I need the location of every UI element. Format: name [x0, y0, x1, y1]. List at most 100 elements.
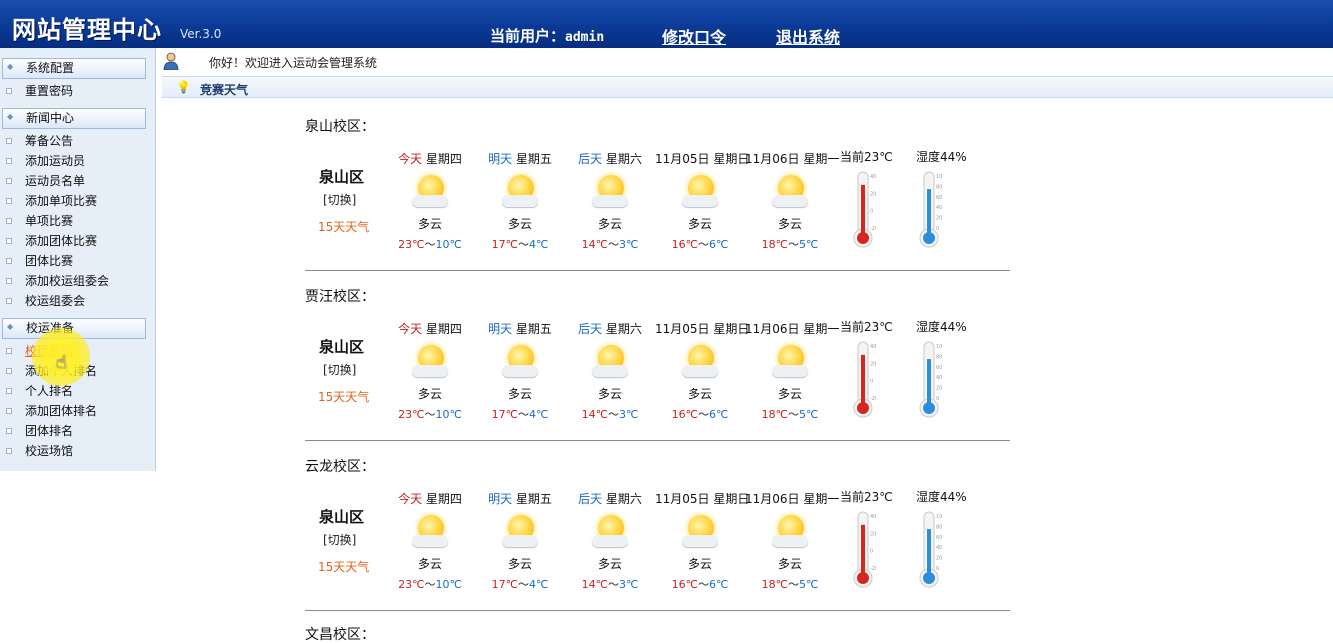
sidebar-item[interactable]: 团体排名 — [0, 421, 150, 441]
campus-weather-block: 云龙校区： 泉山区 [切换] 15天天气 今天 星期四 多云 23℃～10℃ 明天 星期五 多云… — [305, 456, 1010, 626]
temp-high: 23℃ — [398, 238, 425, 251]
forecast-day: 后天 星期六 多云 14℃～3℃ — [565, 320, 655, 421]
sidebar-item-label: 校运场馆 — [25, 444, 74, 458]
fifteen-day-link[interactable]: 15天天气 — [318, 558, 369, 575]
item-square-icon — [6, 448, 12, 454]
switch-city-link[interactable]: [切换] — [323, 191, 356, 208]
day-header: 明天 星期五 — [475, 150, 565, 167]
humidity-label: 湿度44% — [916, 320, 967, 334]
item-square-icon — [6, 298, 12, 304]
city-name: 泉山区 — [319, 508, 365, 526]
svg-text:40: 40 — [936, 205, 942, 211]
temp-range: 14℃～3℃ — [581, 578, 639, 591]
temp-low: 6℃ — [709, 578, 729, 591]
svg-text:40: 40 — [870, 174, 876, 180]
temp-range: 16℃～6℃ — [671, 578, 729, 591]
svg-text:40: 40 — [936, 545, 942, 551]
temp-low: 5℃ — [799, 238, 819, 251]
switch-city-link[interactable]: [切换] — [323, 361, 356, 378]
forecast-day: 11月05日 星期日 多云 16℃～6℃ — [655, 490, 749, 591]
sidebar-item[interactable]: 添加团体比赛 — [0, 231, 150, 251]
weather-condition: 多云 — [687, 557, 712, 571]
temp-range: 17℃～4℃ — [491, 578, 549, 591]
campus-title: 云龙校区： — [305, 459, 375, 475]
weather-condition: 多云 — [507, 387, 532, 401]
item-square-icon — [6, 408, 12, 414]
day-tag: 明天 — [488, 152, 513, 166]
svg-text:40: 40 — [870, 514, 876, 520]
weekday: 星期日 — [713, 322, 750, 336]
fifteen-day-link[interactable]: 15天天气 — [318, 218, 369, 235]
temp-high: 17℃ — [491, 408, 518, 421]
logout-link[interactable]: 退出系统 — [776, 24, 840, 48]
day-tag: 后天 — [578, 152, 603, 166]
temp-low: 10℃ — [435, 578, 462, 591]
temp-range: 23℃～10℃ — [398, 408, 462, 421]
bullet-icon: ◆ — [7, 112, 14, 121]
weekday: 星期五 — [515, 492, 552, 506]
day-header: 今天 星期四 — [385, 490, 475, 507]
forecast-day: 后天 星期六 多云 14℃～3℃ — [565, 150, 655, 251]
temp-low: 5℃ — [799, 578, 819, 591]
item-square-icon — [6, 388, 12, 394]
forecast-day: 明天 星期五 多云 17℃～4℃ — [475, 490, 565, 591]
forecast-day: 明天 星期五 多云 17℃～4℃ — [475, 320, 565, 421]
forecast-day: 后天 星期六 多云 14℃～3℃ — [565, 490, 655, 591]
divider — [305, 440, 1010, 441]
sidebar-item[interactable]: 添加运动员 — [0, 151, 150, 171]
temp-range: 23℃～10℃ — [398, 238, 462, 251]
switch-city-link[interactable]: [切换] — [323, 531, 356, 548]
sidebar-item[interactable]: 运动员名单 — [0, 171, 150, 191]
username: admin — [565, 30, 605, 45]
sidebar-item-label: 单项比赛 — [25, 214, 74, 228]
temp-low: 10℃ — [435, 238, 462, 251]
sidebar-item[interactable]: 添加校运组委会 — [0, 271, 150, 291]
sidebar-item[interactable]: 重置密码 — [0, 81, 150, 101]
partly-cloudy-icon — [406, 511, 454, 551]
sidebar-item-label: 校运组委会 — [25, 294, 86, 308]
temp-high: 14℃ — [581, 408, 608, 421]
sidebar-item-label: 团体排名 — [25, 424, 74, 438]
temp-range: 17℃～4℃ — [491, 238, 549, 251]
sidebar-item[interactable]: 添加团体排名 — [0, 401, 150, 421]
thermometer-icon: 40 20 0 -20 — [853, 511, 876, 588]
sidebar-item-label: 个人排名 — [25, 384, 74, 398]
sidebar-item[interactable]: 团体比赛 — [0, 251, 150, 271]
temp-low: 4℃ — [529, 408, 549, 421]
thermometer-icon: 40 20 0 -20 — [853, 171, 876, 248]
forecast-day: 11月06日 星期一 多云 18℃～5℃ — [745, 320, 839, 421]
sidebar-section-1[interactable]: ◆ 新闻中心 — [2, 108, 146, 129]
sidebar-item[interactable]: 添加单项比赛 — [0, 191, 150, 211]
sidebar-section-0[interactable]: ◆ 系统配置 — [2, 58, 146, 79]
day-header: 明天 星期五 — [475, 320, 565, 337]
partly-cloudy-icon — [766, 171, 814, 211]
weather-condition: 多云 — [597, 217, 622, 231]
temp-high: 17℃ — [491, 578, 518, 591]
day-header: 11月05日 星期日 — [655, 490, 749, 507]
svg-text:20: 20 — [870, 191, 876, 197]
weekday: 星期日 — [713, 492, 750, 506]
welcome-bar: 你好！欢迎进入运动会管理系统 — [157, 50, 1333, 74]
fifteen-day-link[interactable]: 15天天气 — [318, 388, 369, 405]
temp-high: 18℃ — [761, 408, 788, 421]
weekday: 星期一 — [803, 492, 840, 506]
sidebar-item[interactable]: 校运组委会 — [0, 291, 150, 311]
day-header: 11月05日 星期日 — [655, 150, 749, 167]
temp-low: 4℃ — [529, 238, 549, 251]
temp-high: 18℃ — [761, 238, 788, 251]
svg-text:-20: -20 — [870, 226, 876, 232]
weather-condition: 多云 — [507, 557, 532, 571]
svg-text:0: 0 — [870, 549, 873, 555]
svg-text:20: 20 — [870, 531, 876, 537]
change-password-link[interactable]: 修改口令 — [662, 24, 726, 48]
sidebar-item[interactable]: 单项比赛 — [0, 211, 150, 231]
sidebar-item[interactable]: 筹备公告 — [0, 131, 150, 151]
weather-condition: 多云 — [417, 217, 442, 231]
campus-weather-block: 泉山校区： 泉山区 [切换] 15天天气 今天 星期四 多云 23℃～10℃ 明天 星期五 多云… — [305, 116, 1010, 286]
temp-low: 3℃ — [619, 578, 639, 591]
sidebar-item[interactable]: 个人排名 — [0, 381, 150, 401]
svg-text:0: 0 — [936, 566, 939, 572]
temp-high: 14℃ — [581, 578, 608, 591]
campus-weather-block: 贾汪校区： 泉山区 [切换] 15天天气 今天 星期四 多云 23℃～10℃ 明天 星期五 多云… — [305, 286, 1010, 456]
sidebar-item[interactable]: 校运场馆 — [0, 441, 150, 461]
